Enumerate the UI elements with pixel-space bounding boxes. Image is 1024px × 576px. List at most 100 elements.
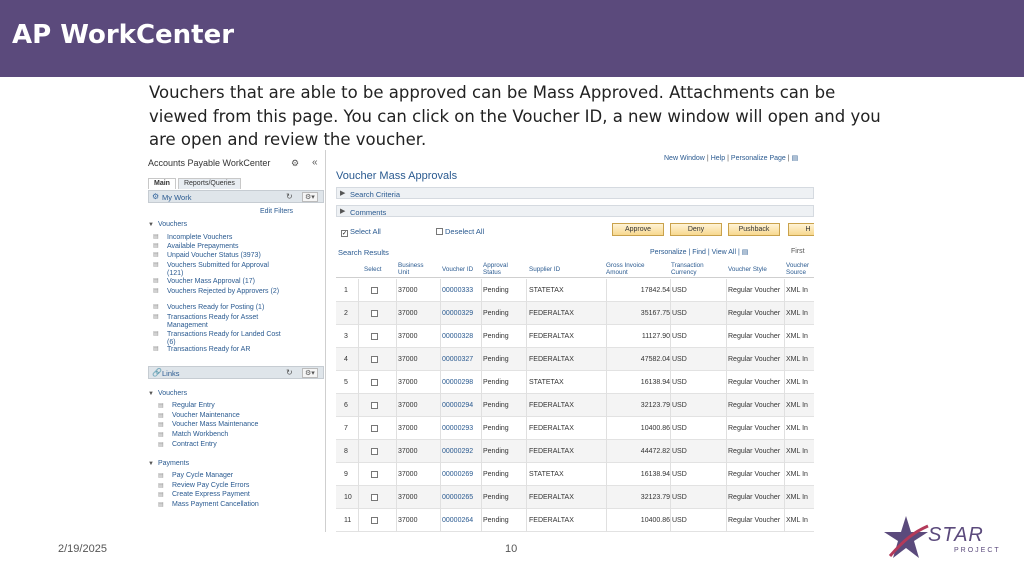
- grid-icon[interactable]: ▤: [792, 155, 799, 162]
- search-criteria-section[interactable]: ▶ Search Criteria: [336, 187, 814, 199]
- gross-amount-cell: 17842.54: [640, 287, 670, 294]
- logo-text: STAR: [928, 524, 984, 546]
- voucher-id-link[interactable]: 00000294: [442, 402, 473, 409]
- select-checkbox[interactable]: [371, 287, 378, 294]
- expand-triangle-icon: ▼: [148, 222, 154, 228]
- voucher-style-cell: Regular Voucher: [728, 310, 781, 317]
- voucher-id-link[interactable]: 00000292: [442, 448, 473, 455]
- star-project-logo: STAR PROJECT: [884, 510, 999, 566]
- voucher-source-cell: XML In: [786, 425, 808, 432]
- select-checkbox[interactable]: [371, 379, 378, 386]
- grid-links[interactable]: Personalize | Find | View All | ▤: [650, 248, 748, 256]
- deselect-all-label: Deselect All: [445, 227, 485, 236]
- link-item-label: Pay Cycle Manager: [172, 472, 234, 479]
- deselect-all-checkbox[interactable]: Deselect All: [436, 227, 484, 236]
- voucher-source-cell: XML In: [786, 517, 808, 524]
- document-icon: ▤: [153, 234, 159, 240]
- refresh-icon[interactable]: ↻: [286, 192, 293, 201]
- links-group[interactable]: ▼ Vouchers: [148, 390, 187, 397]
- deny-button[interactable]: Deny: [670, 223, 722, 236]
- voucher-source-cell: XML In: [786, 402, 808, 409]
- col-gross-invoice-amount: Gross Invoice Amount: [606, 262, 645, 276]
- select-checkbox[interactable]: [371, 356, 378, 363]
- nav-item-label: Vouchers Ready for Posting (1): [167, 304, 265, 311]
- voucher-source-cell: XML In: [786, 287, 808, 294]
- links-group[interactable]: ▼ Payments: [148, 460, 189, 467]
- voucher-id-link[interactable]: 00000265: [442, 494, 473, 501]
- settings-menu-icon[interactable]: ⚙▾: [302, 192, 318, 202]
- voucher-id-link[interactable]: 00000333: [442, 287, 473, 294]
- table-row: 5 37000 00000298 Pending STATETAX 16138.94 USD…: [336, 371, 814, 394]
- voucher-id-link[interactable]: 00000298: [442, 379, 473, 386]
- comments-section[interactable]: ▶ Comments: [336, 205, 814, 217]
- table-row: 8 37000 00000292 Pending FEDERALTAX 44472.82 U…: [336, 440, 814, 463]
- first-link[interactable]: First: [791, 248, 805, 255]
- row-number: 11: [344, 517, 352, 524]
- approve-button[interactable]: Approve: [612, 223, 664, 236]
- select-all-checkbox[interactable]: ✓ Select All: [341, 227, 381, 237]
- tab-reports-queries[interactable]: Reports/Queries: [177, 178, 241, 189]
- vouchers-group[interactable]: ▼ Vouchers: [148, 221, 187, 228]
- select-checkbox[interactable]: [371, 471, 378, 478]
- voucher-style-cell: Regular Voucher: [728, 356, 781, 363]
- link-item-label: Regular Entry: [172, 402, 215, 409]
- currency-cell: USD: [672, 402, 687, 409]
- document-icon: ▤: [153, 304, 159, 310]
- select-checkbox[interactable]: [371, 494, 378, 501]
- gear-icon[interactable]: ⚙: [291, 158, 299, 169]
- voucher-id-link[interactable]: 00000329: [442, 310, 473, 317]
- checkbox-icon: [436, 228, 443, 235]
- select-checkbox[interactable]: [371, 402, 378, 409]
- voucher-id-link[interactable]: 00000293: [442, 425, 473, 432]
- select-checkbox[interactable]: [371, 310, 378, 317]
- col-select: Select: [364, 266, 382, 273]
- links-header[interactable]: 🔗 Links ↻ ⚙▾: [148, 366, 324, 379]
- link-item-label: Contract Entry: [172, 440, 217, 448]
- approval-status-cell: Pending: [483, 356, 509, 363]
- tab-main[interactable]: Main: [148, 178, 176, 189]
- workcenter-pane: Accounts Payable WorkCenter ⚙ « Main Rep…: [146, 150, 326, 532]
- gross-amount-cell: 44472.82: [640, 448, 670, 455]
- nav-item-label: Vouchers Submitted for Approval (121): [167, 262, 269, 277]
- voucher-source-cell: XML In: [786, 310, 808, 317]
- currency-cell: USD: [672, 333, 687, 340]
- voucher-id-link[interactable]: 00000269: [442, 471, 473, 478]
- row-number: 1: [344, 287, 348, 294]
- document-icon: ▤: [153, 314, 159, 320]
- voucher-style-cell: Regular Voucher: [728, 379, 781, 386]
- voucher-id-link[interactable]: 00000327: [442, 356, 473, 363]
- hold-button[interactable]: H: [788, 223, 814, 236]
- voucher-source-cell: XML In: [786, 356, 808, 363]
- settings-menu-icon[interactable]: ⚙▾: [302, 368, 318, 378]
- voucher-id-link[interactable]: 00000328: [442, 333, 473, 340]
- new-window-link[interactable]: New Window: [664, 155, 705, 162]
- approval-status-cell: Pending: [483, 494, 509, 501]
- page-number: 10: [505, 543, 518, 555]
- expand-arrow-icon: ▶: [340, 208, 346, 215]
- search-results-label: Search Results: [338, 248, 389, 257]
- currency-cell: USD: [672, 310, 687, 317]
- my-work-header[interactable]: ⚙ My Work ↻ ⚙▾: [148, 190, 324, 203]
- help-link[interactable]: Help: [711, 155, 725, 162]
- document-icon: ▤: [153, 331, 159, 337]
- currency-cell: USD: [672, 517, 687, 524]
- pushback-button[interactable]: Pushback: [728, 223, 780, 236]
- gross-amount-cell: 10400.86: [640, 517, 670, 524]
- supplier-id-cell: FEDERALTAX: [529, 425, 574, 432]
- col-voucher-source: Voucher Source: [786, 262, 810, 276]
- select-checkbox[interactable]: [371, 333, 378, 340]
- voucher-id-link[interactable]: 00000264: [442, 517, 473, 524]
- table-row: 4 37000 00000327 Pending FEDERALTAX 47582.04 U…: [336, 348, 814, 371]
- approval-status-cell: Pending: [483, 517, 509, 524]
- personalize-page-link[interactable]: Personalize Page: [731, 155, 786, 162]
- collapse-icon[interactable]: «: [312, 157, 318, 168]
- select-checkbox[interactable]: [371, 517, 378, 524]
- checkbox-checked-icon: ✓: [341, 230, 348, 237]
- select-checkbox[interactable]: [371, 425, 378, 432]
- select-checkbox[interactable]: [371, 448, 378, 455]
- refresh-icon[interactable]: ↻: [286, 368, 293, 377]
- edit-filters-link[interactable]: Edit Filters: [260, 208, 293, 215]
- screenshot: Accounts Payable WorkCenter ⚙ « Main Rep…: [146, 150, 814, 532]
- gross-amount-cell: 16138.94: [640, 471, 670, 478]
- grid-icon[interactable]: ▤: [742, 249, 749, 256]
